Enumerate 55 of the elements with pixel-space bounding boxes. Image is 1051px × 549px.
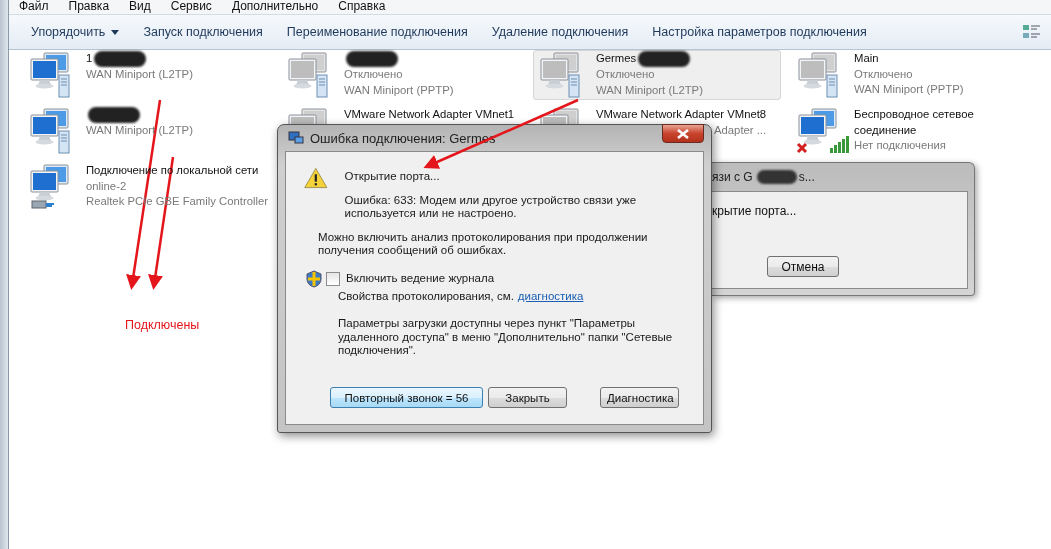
dialog-button[interactable]: Повторный звонок = 56: [330, 387, 483, 408]
dialog-title: язи с G: [712, 170, 753, 184]
connection-status: Нет подключения: [854, 138, 947, 153]
connection-name: Беспроводное сетевое соединение: [854, 107, 975, 138]
shield-icon: [306, 269, 322, 288]
toolbar-button[interactable]: Упорядочить: [19, 21, 132, 43]
menu-item[interactable]: Правка: [68, 0, 110, 14]
dialog-button[interactable]: Закрыть: [488, 387, 567, 408]
menu-item[interactable]: Справка: [338, 0, 386, 14]
connection-item[interactable]: 1 WAN Miniport (L2TP): [23, 50, 281, 100]
device-name: Adapter ...: [714, 122, 767, 138]
toolbar-button[interactable]: Запуск подключения: [131, 21, 275, 43]
close-button[interactable]: [662, 124, 704, 143]
device-name: WAN Miniport (L2TP): [596, 82, 703, 98]
menu-item[interactable]: Вид: [129, 0, 151, 14]
connection-name: VMware Network Adapter VMnet1: [344, 107, 515, 122]
close-icon: [677, 128, 689, 139]
connection-status: Отключено: [344, 67, 404, 82]
toolbar-button[interactable]: Удаление подключения: [479, 21, 641, 43]
connection-item[interactable]: Отключено WAN Miniport (PPTP): [281, 50, 533, 100]
device-name: WAN Miniport (L2TP): [86, 67, 193, 82]
network-icon: [288, 130, 304, 146]
caret-icon: [111, 29, 120, 35]
progress-message: Открытие порта...: [344, 170, 441, 184]
hint-text: Можно включить анализ протоколирования при продолжении получения сообщений об ошибках.: [318, 230, 649, 258]
toolbar-button[interactable]: Настройка параметров подключения: [640, 21, 879, 43]
connection-item[interactable]: Main Отключено WAN Miniport (PPTP): [791, 50, 1041, 100]
annotation-text: Подключены: [125, 318, 200, 332]
dialog-title: s...: [798, 170, 815, 184]
dialog-button[interactable]: Диагностика: [600, 387, 679, 408]
connection-name: Main: [854, 51, 879, 66]
error-message: Ошибка: 633: Модем или другое устройство связи уже используется или не настроено.: [344, 193, 638, 221]
connection-status: online-2: [86, 178, 128, 194]
connection-status: Отключено: [596, 67, 656, 82]
menu-item[interactable]: Файл: [19, 0, 49, 14]
diagnostics-link[interactable]: диагностика: [517, 289, 584, 303]
log-properties-text: Свойства протоколирования, см.: [338, 289, 514, 303]
menu-item[interactable]: Дополнительно: [231, 0, 319, 14]
note-text: Параметры загрузки доступны через пункт "Параметры удаленного доступа" в меню "Дополнительно" папки "Сетевые подключения".: [338, 317, 674, 358]
device-name: WAN Miniport (PPTP): [344, 82, 454, 98]
connection-status: Отключено: [854, 66, 914, 82]
menu-item[interactable]: Сервис: [170, 0, 212, 14]
connection-item[interactable]: Germes Отключено WAN Miniport (L2TP): [533, 50, 781, 100]
device-name: WAN Miniport (PPTP): [854, 82, 965, 97]
cancel-button[interactable]: Отмена: [767, 256, 839, 277]
connection-name: VMware Network Adapter VMnet8: [596, 107, 767, 122]
view-options-icon[interactable]: [1023, 24, 1041, 40]
connection-name: Germes: [596, 51, 637, 67]
checkbox[interactable]: [326, 271, 340, 286]
connection-item[interactable]: Беспроводное сетевое соединение Нет подключения: [791, 106, 1041, 156]
progress-message: крытие порта...: [712, 204, 797, 218]
toolbar-button[interactable]: Переименование подключения: [274, 21, 480, 43]
redaction-mark: [756, 170, 797, 184]
connection-name: 1: [86, 51, 93, 67]
checkbox-label: Включить ведение журнала: [346, 271, 495, 286]
